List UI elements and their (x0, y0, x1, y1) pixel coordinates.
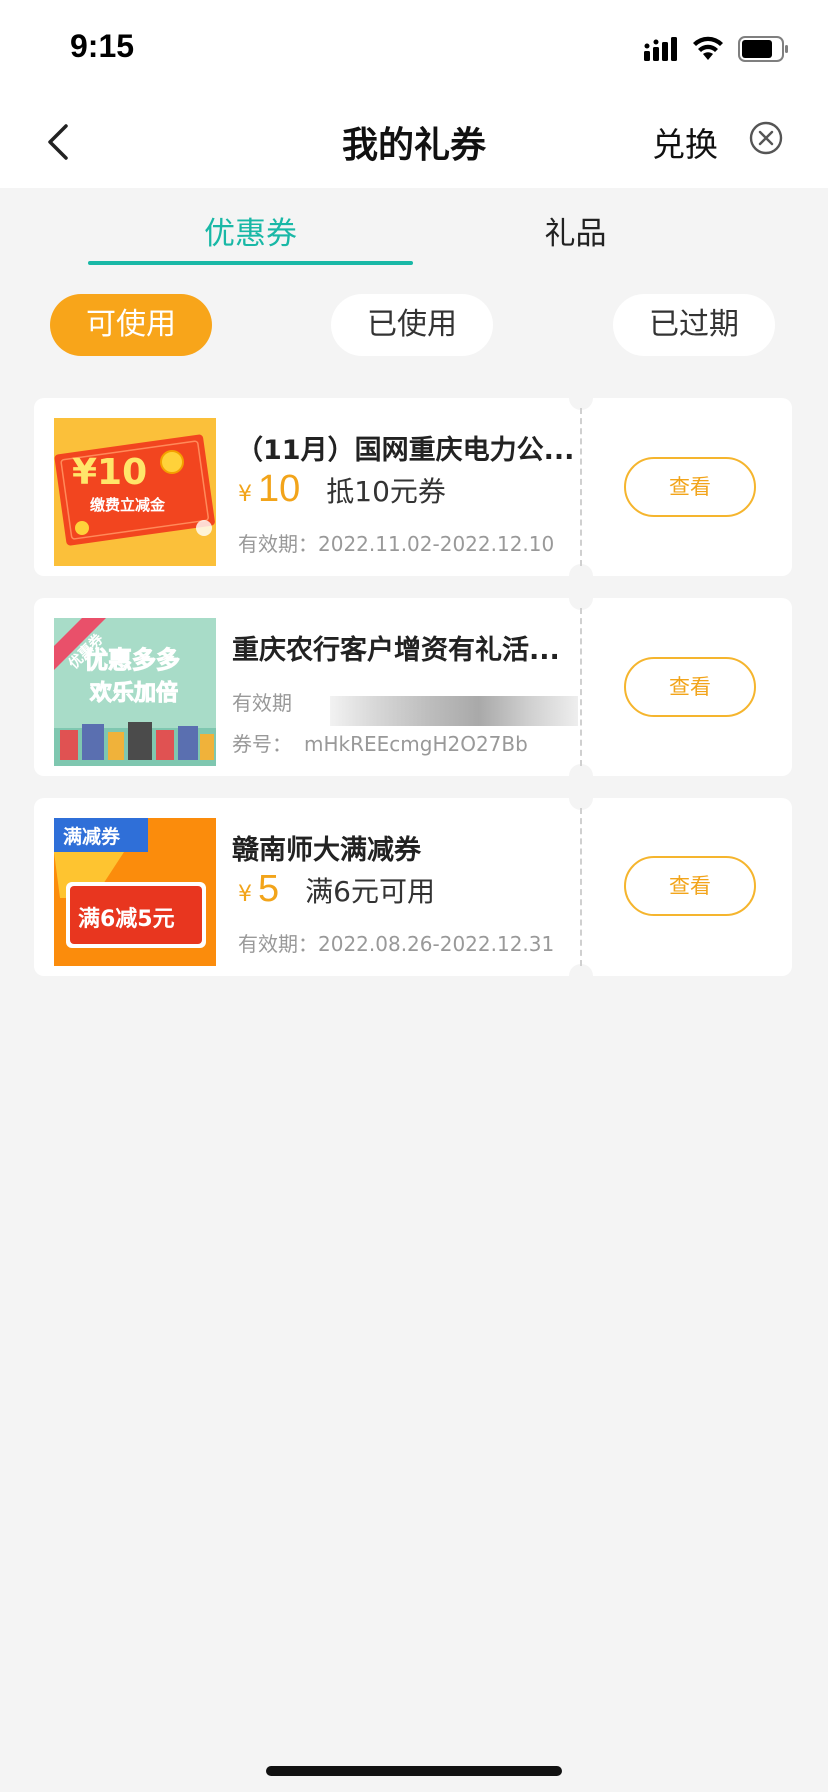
view-button[interactable]: 查看 (624, 457, 756, 517)
coupon-description: 抵10元券 (326, 475, 446, 508)
code-label: 券号： (232, 732, 292, 756)
status-bar: 9:15 (0, 0, 828, 96)
filter-expired[interactable]: 已过期 (613, 294, 775, 356)
currency-symbol: ¥ (238, 882, 252, 907)
validity-period: 有效期：2022.08.26-2022.12.31 (238, 932, 555, 956)
status-icons (644, 36, 790, 62)
validity-label: 有效期 (232, 691, 292, 715)
nav-bar: 我的礼券 兑换 (0, 96, 828, 188)
coupon-code-line: 券号： mHkREEcmgH2O27Bb (232, 728, 528, 757)
coupon-title: 赣南师大满减券 (232, 835, 421, 866)
card-notch (569, 964, 593, 988)
dashed-divider (580, 608, 582, 766)
wifi-icon (693, 36, 723, 60)
price-line: ¥ 5 满6元可用 (238, 868, 435, 911)
coupon-card[interactable]: 优惠券 优惠多多 欢乐加倍 重庆农行客户增资有礼活... 有效期 券号： mHkR… (34, 586, 792, 788)
price-line: ¥ 10 抵10元券 (238, 468, 446, 511)
cellular-signal-icon (644, 37, 677, 61)
coupon-amount: 5 (258, 868, 280, 910)
coupon-amount: 10 (258, 468, 301, 510)
redeem-button[interactable]: 兑换 (652, 118, 718, 166)
coupon-code: mHkREEcmgH2O27Bb (304, 732, 528, 756)
thumb-caption-text: 缴费立减金 (90, 496, 166, 514)
status-time: 9:15 (70, 28, 135, 64)
card-notch (569, 786, 593, 810)
close-circle-icon[interactable] (748, 120, 784, 156)
coupon-description: 满6元可用 (305, 875, 435, 908)
card-notch (569, 586, 593, 610)
battery-icon (738, 36, 788, 62)
filter-used[interactable]: 已使用 (331, 294, 493, 356)
card-notch (569, 564, 593, 588)
thumb-offer-text: 满6减5元 (78, 906, 175, 932)
tab-coupons[interactable]: 优惠券 (88, 208, 413, 253)
active-tab-indicator (88, 261, 413, 265)
coupon-thumbnail: 满减券 满6减5元 (54, 818, 216, 966)
thumb-line2-text: 欢乐加倍 (89, 680, 178, 706)
validity-period: 有效期：2022.11.02-2022.12.10 (238, 532, 555, 556)
home-indicator[interactable] (266, 1766, 562, 1776)
filter-usable[interactable]: 可使用 (50, 294, 212, 356)
dashed-divider (580, 408, 582, 566)
coupon-title: 重庆农行客户增资有礼活... (232, 635, 560, 666)
redacted-validity (330, 696, 578, 726)
view-button[interactable]: 查看 (624, 657, 756, 717)
coupon-thumbnail: ¥10 缴费立减金 (54, 418, 216, 566)
currency-symbol: ¥ (238, 482, 252, 507)
thumb-line1-text: 优惠多多 (84, 646, 180, 674)
coupon-title: （11月）国网重庆电力公... (236, 435, 575, 466)
tab-gifts[interactable]: 礼品 (413, 208, 738, 253)
coupon-card[interactable]: 满减券 满6减5元 赣南师大满减券 ¥ 5 满6元可用 有效期：2022.08.… (34, 786, 792, 988)
coupon-tabs: 优惠券 礼品 (0, 188, 828, 268)
coupon-thumbnail: 优惠券 优惠多多 欢乐加倍 (54, 618, 216, 766)
view-button[interactable]: 查看 (624, 856, 756, 916)
coupon-card[interactable]: ¥10 缴费立减金 （11月）国网重庆电力公... ¥ 10 抵10元券 有效期… (34, 386, 792, 588)
dashed-divider (580, 808, 582, 966)
thumb-tag-text: 满减券 (63, 825, 121, 848)
card-notch (569, 386, 593, 410)
card-notch (569, 764, 593, 788)
thumb-amount-text: ¥10 (72, 452, 147, 493)
